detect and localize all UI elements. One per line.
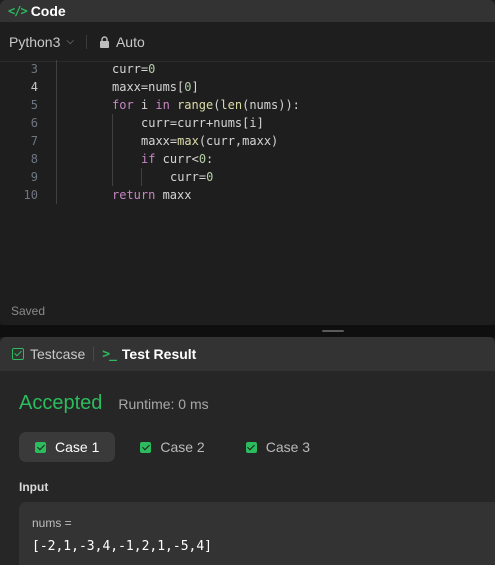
tab-testcase[interactable]: Testcase (12, 346, 85, 362)
runtime-text: Runtime: 0 ms (118, 396, 209, 412)
code-line: 7 maxx=max(curr,maxx) (0, 132, 495, 150)
code-line-text: maxx=max(curr,maxx) (141, 134, 279, 148)
code-line-text: maxx=nums[0] (112, 80, 199, 94)
case-label: Case 3 (265, 439, 311, 455)
language-select[interactable]: Python3 ⌵ (9, 34, 74, 50)
code-line: 8 if curr<0: (0, 150, 495, 168)
line-number: 3 (30, 62, 38, 76)
code-line-text: curr=0 (112, 62, 156, 76)
code-editor[interactable]: 3 curr=0 4 maxx=nums[0] 5 for i in range… (0, 60, 495, 204)
result-panel: Testcase >_ Test Result Accepted Runtime… (0, 337, 495, 565)
code-line: 9 curr=0 (0, 168, 495, 186)
chevron-down-icon: ⌵ (66, 36, 74, 47)
line-number: 8 (30, 152, 38, 166)
case-label: Case 1 (55, 439, 100, 455)
line-number: 10 (23, 188, 38, 202)
language-label: Python3 (9, 33, 61, 50)
code-line: 6 curr=curr+nums[i] (0, 114, 495, 132)
check-icon (245, 441, 257, 453)
case-3-button[interactable]: Case 3 (230, 432, 326, 462)
case-tabs: Case 1 Case 2 Case 3 (19, 432, 335, 462)
check-icon (140, 441, 152, 453)
editor-toolbar: Python3 ⌵ Auto (0, 22, 495, 62)
line-number: 5 (30, 98, 38, 112)
case-label: Case 2 (160, 439, 205, 455)
code-line: 3 curr=0 (0, 60, 495, 78)
case-2-button[interactable]: Case 2 (124, 432, 220, 462)
save-status: Saved (11, 304, 46, 318)
tab-divider (93, 347, 95, 361)
auto-mode-label: Auto (115, 33, 145, 50)
result-status: Accepted (19, 392, 103, 414)
code-panel-title: Code (30, 3, 66, 19)
tab-test-result-label: Test Result (121, 346, 197, 362)
code-panel-header: </> Code (0, 0, 495, 22)
code-line-text: curr=curr+nums[i] (141, 116, 264, 130)
tab-test-result[interactable]: >_ Test Result (102, 346, 196, 362)
lock-icon (99, 35, 109, 48)
line-number: 9 (30, 170, 38, 184)
code-line: 4 maxx=nums[0] (0, 78, 495, 96)
drag-handle-icon[interactable] (322, 330, 344, 332)
code-panel: </> Code Python3 ⌵ Auto 3 curr=0 4 maxx=… (0, 0, 495, 325)
code-line: 5 for i in range(len(nums)): (0, 96, 495, 114)
input-label: Input (19, 480, 49, 494)
tab-testcase-label: Testcase (30, 346, 86, 362)
terminal-icon: >_ (102, 346, 117, 362)
line-number: 7 (30, 134, 38, 148)
code-line: 10 return maxx (0, 186, 495, 204)
auto-mode[interactable]: Auto (99, 34, 145, 50)
result-tabs: Testcase >_ Test Result (0, 337, 495, 371)
input-box: nums = [-2,1,-3,4,-1,2,1,-5,4] (19, 502, 495, 565)
code-line-text: for i in range(len(nums)): (112, 98, 300, 112)
variable-name: nums = (32, 516, 72, 530)
panel-splitter[interactable] (0, 325, 495, 337)
code-line-text: curr=0 (170, 170, 214, 184)
check-icon (35, 441, 46, 453)
line-number: 6 (30, 116, 38, 130)
code-line-text: if curr<0: (141, 152, 214, 166)
variable-value: [-2,1,-3,4,-1,2,1,-5,4] (32, 539, 213, 554)
code-line-text: return maxx (112, 188, 192, 202)
case-1-button[interactable]: Case 1 (19, 432, 116, 462)
result-status-row: Accepted Runtime: 0 ms (19, 392, 209, 415)
checkbox-icon (12, 348, 24, 360)
code-brackets-icon: </> (8, 4, 28, 18)
line-number: 4 (30, 80, 38, 94)
toolbar-divider (85, 34, 87, 49)
